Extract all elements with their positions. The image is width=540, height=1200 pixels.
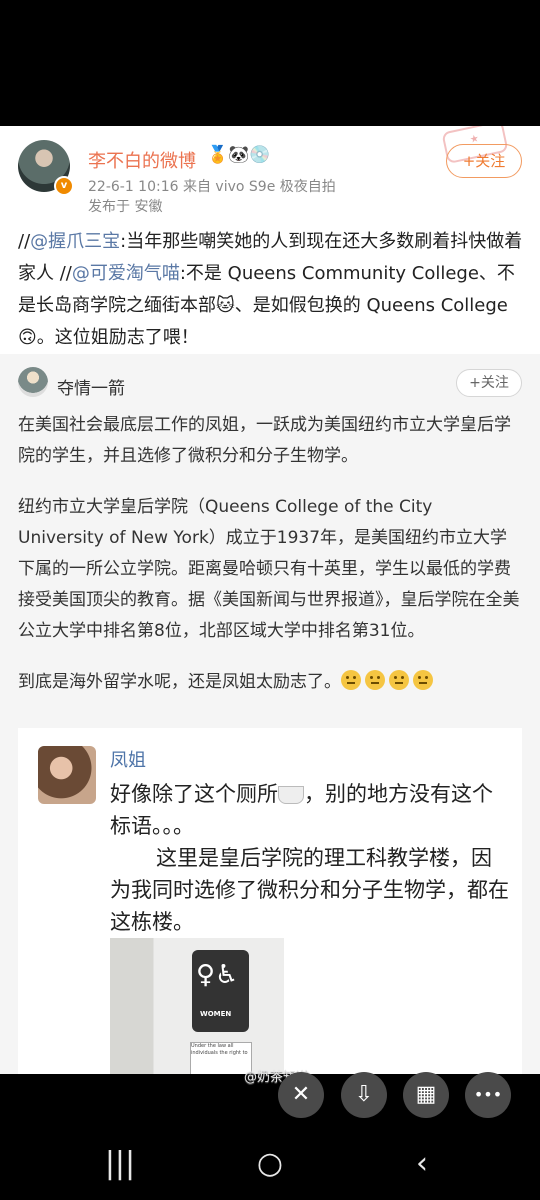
embedded-line: 这里是皇后学院的理工科教学楼，因为我同时选修了微积分和分子生物学，都在这栋楼。 <box>110 846 509 934</box>
author-name[interactable]: 李不白的微博 <box>88 147 196 173</box>
embedded-text: 好像除了这个厕所 ，别的地方没有这个标语。。。 这里是皇后学院的理工科教学楼，因为… <box>110 778 510 938</box>
grid-icon[interactable]: ▦ <box>403 1072 449 1118</box>
embedded-avatar <box>38 746 96 804</box>
home-icon[interactable]: ○ <box>245 1144 295 1184</box>
reposted-content: 夺情一箭 +关注 在美国社会最底层工作的凤姐，一跃成为美国纽约市立大学皇后学院的… <box>0 354 540 1074</box>
repost-paragraph: 到底是海外留学水呢，还是凤姐太励志了。 <box>18 667 523 698</box>
follow-button[interactable]: +关注 <box>446 144 522 178</box>
mention-link[interactable]: @握爪三宝 <box>30 231 120 252</box>
repost-avatar[interactable] <box>18 367 48 397</box>
post-location: 发布于 安徽 <box>88 199 163 215</box>
weibo-screen: v 李不白的微博 🏅🐼💿 22-6-1 10:16 来自 vivo S9e 极夜… <box>0 126 540 1074</box>
back-icon[interactable]: ‹ <box>397 1144 447 1184</box>
restroom-photo: ♀♿ WOMEN Under the law all individuals t… <box>110 938 284 1074</box>
post-meta: 22-6-1 10:16 来自 vivo S9e 极夜自拍 <box>88 179 336 195</box>
woman-wheelchair-icon: ♀♿ <box>196 960 239 990</box>
smile-emoji-icon <box>365 670 385 690</box>
smile-emoji-icon <box>413 670 433 690</box>
original-post: v 李不白的微博 🏅🐼💿 22-6-1 10:16 来自 vivo S9e 极夜… <box>0 126 540 354</box>
smile-emoji-icon <box>389 670 409 690</box>
repost-text: 在美国社会最底层工作的凤姐，一跃成为美国纽约市立大学皇后学院的学生，并且选修了微… <box>18 410 523 718</box>
more-icon[interactable]: ••• <box>465 1072 511 1118</box>
embedded-screenshot[interactable]: 凤姐 好像除了这个厕所 ，别的地方没有这个标语。。。 这里是皇后学院的理工科教学楼… <box>18 728 522 1074</box>
author-badges-icon: 🏅🐼💿 <box>207 145 271 165</box>
repost-paragraph: 纽约市立大学皇后学院（Queens College of the City Un… <box>18 497 520 641</box>
status-area <box>0 0 540 126</box>
system-navigation-bar: ||| ○ ‹ <box>0 1130 540 1200</box>
embedded-line: 好像除了这个厕所 <box>110 782 278 806</box>
notice-paper: Under the law all individuals the right … <box>190 1042 252 1074</box>
repost-author[interactable]: 夺情一箭 <box>57 374 125 399</box>
download-icon[interactable]: ⇩ <box>341 1072 387 1118</box>
smile-emoji-icon <box>341 670 361 690</box>
text-prefix: // <box>18 231 31 252</box>
recent-apps-icon[interactable]: ||| <box>95 1144 145 1184</box>
post-text: //@握爪三宝:当年那些嘲笑她的人到现在还大多数刷着抖快做着家人 //@可爱淘气… <box>18 226 523 354</box>
verified-badge-icon: v <box>54 176 74 196</box>
repost-follow-button[interactable]: +关注 <box>456 369 522 397</box>
sign-label: WOMEN <box>200 1010 232 1018</box>
toilet-icon <box>278 786 304 804</box>
mention-link[interactable]: @可爱淘气喵 <box>72 263 180 284</box>
embedded-author: 凤姐 <box>110 750 146 771</box>
repost-paragraph: 在美国社会最底层工作的凤姐，一跃成为美国纽约市立大学皇后学院的学生，并且选修了微… <box>18 415 511 466</box>
flash-icon[interactable]: ✕ <box>278 1072 324 1118</box>
